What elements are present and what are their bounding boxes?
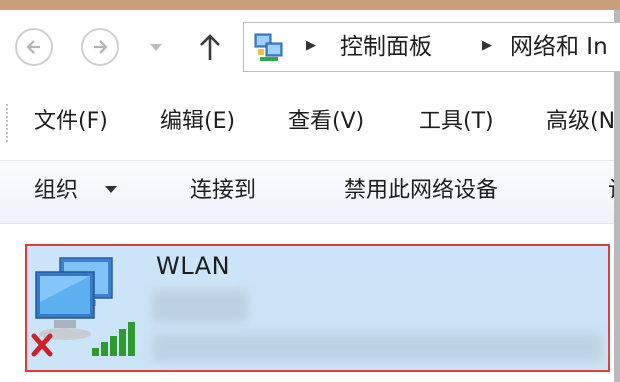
arrow-right-icon — [94, 40, 108, 54]
network-adapter-icon — [31, 257, 135, 357]
breadcrumb-separator[interactable]: ▶ — [482, 38, 492, 53]
breadcrumb-separator[interactable]: ▶ — [306, 38, 316, 53]
breadcrumb-control-panel[interactable]: 控制面板 — [340, 33, 432, 61]
menu-view[interactable]: 查看(V) — [288, 106, 364, 138]
disconnected-x-icon — [31, 333, 53, 357]
menu-tools[interactable]: 工具(T) — [419, 106, 494, 138]
arrow-up-icon — [200, 34, 220, 60]
adapter-device-redacted — [152, 333, 602, 361]
up-button[interactable] — [196, 30, 224, 64]
menu-edit[interactable]: 编辑(E) — [160, 106, 235, 138]
command-bar — [0, 160, 614, 224]
arrow-left-icon — [26, 40, 40, 54]
wifi-signal-icon — [92, 322, 135, 356]
disable-device-button[interactable]: 禁用此网络设备 — [344, 175, 498, 207]
network-connections-icon — [254, 33, 283, 61]
menu-advanced[interactable]: 高级(N — [546, 106, 615, 138]
menu-grip — [6, 104, 11, 142]
back-button[interactable] — [15, 28, 53, 66]
address-bar[interactable]: ▶ 控制面板 ▶ 网络和 In — [243, 22, 620, 72]
window-top-border — [0, 0, 620, 10]
breadcrumb-network-internet[interactable]: 网络和 In — [510, 33, 608, 61]
organize-dropdown-icon[interactable] — [105, 186, 117, 193]
menu-file[interactable]: 文件(F) — [34, 106, 108, 138]
diagnose-button[interactable]: 诊 — [608, 175, 614, 207]
organize-button[interactable]: 组织 — [34, 175, 78, 207]
connect-to-button[interactable]: 连接到 — [190, 175, 256, 207]
adapter-name: WLAN — [156, 252, 231, 280]
adapter-status-redacted — [152, 290, 248, 322]
forward-button[interactable] — [81, 28, 119, 66]
chevron-down-icon — [150, 44, 162, 51]
recent-locations-button[interactable] — [146, 38, 166, 58]
